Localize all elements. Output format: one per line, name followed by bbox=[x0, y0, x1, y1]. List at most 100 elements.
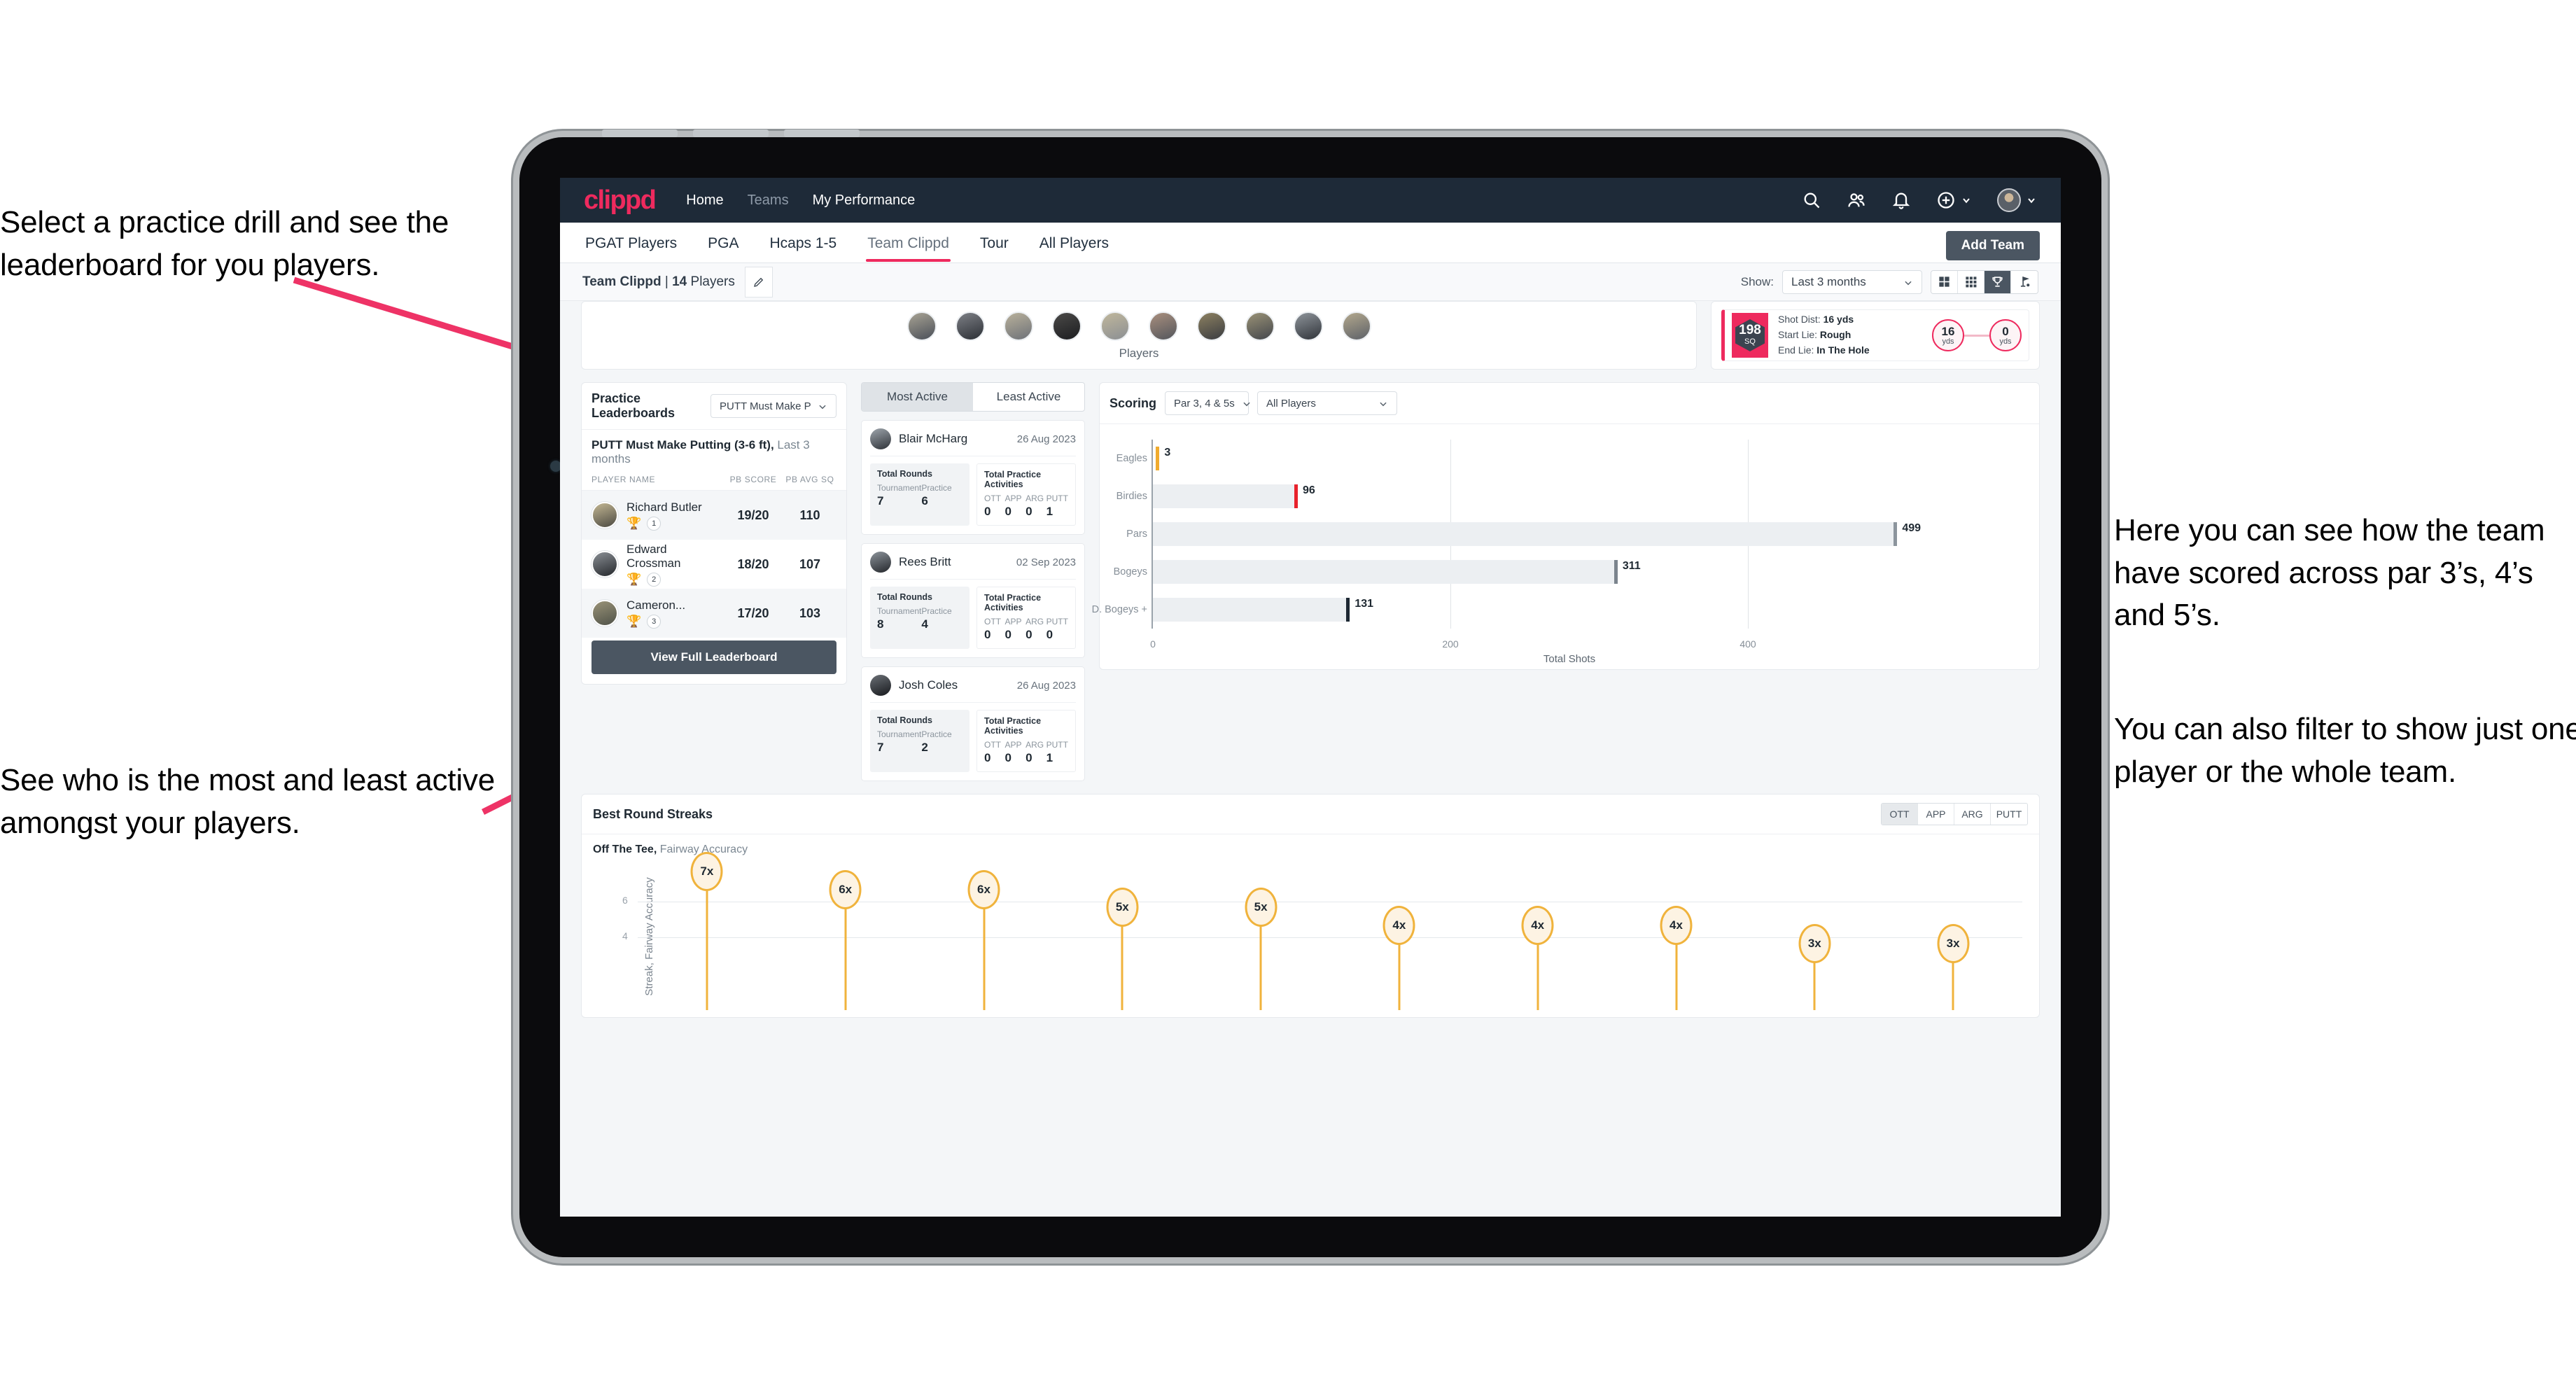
lollipop-stem[interactable]: 3x bbox=[1937, 923, 1970, 1010]
pencil-icon bbox=[753, 277, 764, 287]
player-avatar[interactable] bbox=[1245, 312, 1275, 341]
bar: 131 bbox=[1153, 597, 1373, 622]
team-sep: | bbox=[661, 274, 673, 289]
lollipop-stem[interactable]: 7x bbox=[690, 851, 723, 1010]
lollipop-stem[interactable]: 6x bbox=[829, 869, 862, 1010]
player-filter-select[interactable]: All Players bbox=[1257, 391, 1398, 415]
tab-tour[interactable]: Tour bbox=[979, 224, 1010, 262]
tablet-device: clippd Home Teams My Performance PGAT Pl… bbox=[519, 130, 2101, 1257]
trophy-icon bbox=[1992, 276, 2003, 287]
nav-link-my-performance[interactable]: My Performance bbox=[813, 192, 916, 209]
lollipop-stem[interactable]: 4x bbox=[1521, 906, 1554, 1010]
nav-link-teams[interactable]: Teams bbox=[748, 192, 789, 209]
lollipop-value-bubble: 3x bbox=[1937, 923, 1970, 963]
chevron-down-icon bbox=[1378, 398, 1388, 408]
leaderboard-row-name-wrap: Richard Butler 🏆 1 bbox=[626, 500, 723, 531]
edit-team-button[interactable] bbox=[744, 266, 773, 298]
view-toggle-grid-4[interactable] bbox=[1931, 270, 1958, 293]
total-rounds-block: Total Rounds Tournament 7 Practice 6 bbox=[870, 463, 969, 526]
add-team-button[interactable]: Add Team bbox=[1945, 231, 2040, 260]
nav-link-home[interactable]: Home bbox=[686, 192, 723, 209]
player-avatar[interactable] bbox=[906, 312, 937, 341]
total-practice-title: Total Practice Activities bbox=[984, 593, 1042, 612]
view-toggle-trophy[interactable] bbox=[1984, 270, 2011, 293]
player-avatar[interactable] bbox=[1003, 312, 1033, 341]
tab-all-players[interactable]: All Players bbox=[1038, 224, 1110, 262]
grid-4-icon bbox=[1939, 276, 1949, 287]
tab-team-clippd[interactable]: Team Clippd bbox=[866, 224, 951, 262]
add-menu[interactable] bbox=[1936, 190, 1972, 210]
yardage-pair: 16 yds 0 yds bbox=[1932, 319, 2022, 351]
tab-pga[interactable]: PGA bbox=[706, 224, 740, 262]
rounds-practice-value: 2 bbox=[921, 741, 928, 754]
table-row[interactable]: Edward Crossman 🏆 2 18/20 107 bbox=[582, 540, 846, 589]
rank-badge: 2 bbox=[647, 572, 662, 587]
user-menu[interactable] bbox=[1997, 188, 2037, 212]
list-item[interactable]: Josh Coles 26 Aug 2023 Total Rounds Tour… bbox=[861, 666, 1085, 781]
rank-badge: 3 bbox=[647, 614, 662, 629]
lollipop-stem[interactable]: 4x bbox=[1382, 906, 1415, 1010]
chevron-down-icon bbox=[818, 401, 827, 411]
streaks-toggle-putt[interactable]: PUTT bbox=[1991, 804, 2027, 825]
trophy-icon: 🏆 bbox=[626, 517, 642, 530]
lollipop-stem[interactable]: 6x bbox=[967, 869, 1000, 1010]
view-toggle-grid-9[interactable] bbox=[1958, 270, 1984, 293]
table-row[interactable]: Richard Butler 🏆 1 19/20 110 bbox=[582, 491, 846, 540]
grid-9-icon bbox=[1966, 276, 1977, 288]
lollipop-value-bubble: 5x bbox=[1106, 888, 1139, 927]
hexagon-badge: 198 SQ bbox=[1735, 319, 1765, 351]
x-axis-title: Total Shots bbox=[1543, 653, 1596, 665]
list-item[interactable]: Rees Britt 02 Sep 2023 Total Rounds Tour… bbox=[861, 543, 1085, 658]
player-avatar[interactable] bbox=[1051, 312, 1082, 341]
player-avatar[interactable] bbox=[955, 312, 985, 341]
people-icon[interactable] bbox=[1847, 190, 1866, 210]
view-full-leaderboard-button[interactable]: View Full Leaderboard bbox=[592, 640, 836, 674]
tab-hcaps-1-5[interactable]: Hcaps 1-5 bbox=[768, 224, 838, 262]
shot-quality-badge: 198 SQ bbox=[1732, 313, 1768, 358]
team-name: Team Clippd bbox=[582, 274, 662, 289]
tab-least-active[interactable]: Least Active bbox=[973, 383, 1084, 411]
tab-pgat-players[interactable]: PGAT Players bbox=[584, 224, 678, 262]
lollipop-stem[interactable]: 5x bbox=[1245, 888, 1278, 1010]
streaks-toggle-app[interactable]: APP bbox=[1918, 804, 1954, 825]
tab-most-active[interactable]: Most Active bbox=[862, 383, 973, 411]
total-practice-activities-block: Total Practice Activities OTT 0 APP 0 ARG 0… bbox=[976, 710, 1076, 772]
lollipop-stem[interactable]: 3x bbox=[1798, 923, 1831, 1010]
search-icon[interactable] bbox=[1802, 190, 1821, 210]
streaks-toggle-arg[interactable]: ARG bbox=[1954, 804, 1991, 825]
act-putt: PUTT 1 bbox=[1046, 740, 1068, 765]
avatar[interactable] bbox=[1997, 188, 2021, 212]
table-row[interactable]: Cameron... 🏆 3 17/20 103 bbox=[582, 589, 846, 638]
player-avatar[interactable] bbox=[1196, 312, 1226, 341]
act-arg-value: 0 bbox=[1026, 751, 1032, 764]
lollipop-value-bubble: 7x bbox=[690, 851, 723, 891]
scoring-title: Scoring bbox=[1110, 396, 1157, 410]
show-filter-group: Show: Last 3 months bbox=[1741, 270, 2038, 294]
act-putt-label: PUTT bbox=[1046, 617, 1068, 626]
leaderboard-row-badges: 🏆 3 bbox=[626, 614, 723, 629]
bar-category-label: Eagles bbox=[1116, 452, 1147, 464]
streaks-title: Best Round Streaks bbox=[593, 806, 713, 821]
streaks-toggle-ott[interactable]: OTT bbox=[1882, 804, 1918, 825]
drill-select[interactable]: PUTT Must Make Putting ... bbox=[710, 394, 836, 418]
middle-row: Practice Leaderboards PUTT Must Make Put… bbox=[581, 382, 2040, 781]
plus-circle-icon[interactable] bbox=[1936, 190, 1956, 210]
par-select[interactable]: Par 3, 4 & 5s bbox=[1165, 391, 1250, 415]
list-item[interactable]: Blair McHarg 26 Aug 2023 Total Rounds To… bbox=[861, 420, 1085, 535]
player-avatar[interactable] bbox=[1100, 312, 1130, 341]
act-putt-value: 0 bbox=[1046, 628, 1054, 641]
player-avatar[interactable] bbox=[1293, 312, 1323, 341]
player-avatar[interactable] bbox=[1148, 312, 1178, 341]
date-range-select[interactable]: Last 3 months bbox=[1782, 270, 1922, 294]
rounds-tournament-value: 8 bbox=[877, 617, 884, 631]
nav-right-actions bbox=[1802, 188, 2037, 212]
bell-icon[interactable] bbox=[1891, 190, 1911, 210]
start-yardage-value: 16 bbox=[1941, 324, 1955, 338]
lollipop-stem[interactable]: 4x bbox=[1660, 906, 1693, 1010]
rounds-practice: Practice 4 bbox=[921, 606, 962, 631]
avatar bbox=[870, 428, 891, 449]
clippd-logo[interactable]: clippd bbox=[584, 186, 657, 216]
player-avatar[interactable] bbox=[1341, 312, 1371, 341]
view-toggle-flag[interactable] bbox=[2011, 270, 2038, 293]
lollipop-stem[interactable]: 5x bbox=[1106, 888, 1139, 1010]
